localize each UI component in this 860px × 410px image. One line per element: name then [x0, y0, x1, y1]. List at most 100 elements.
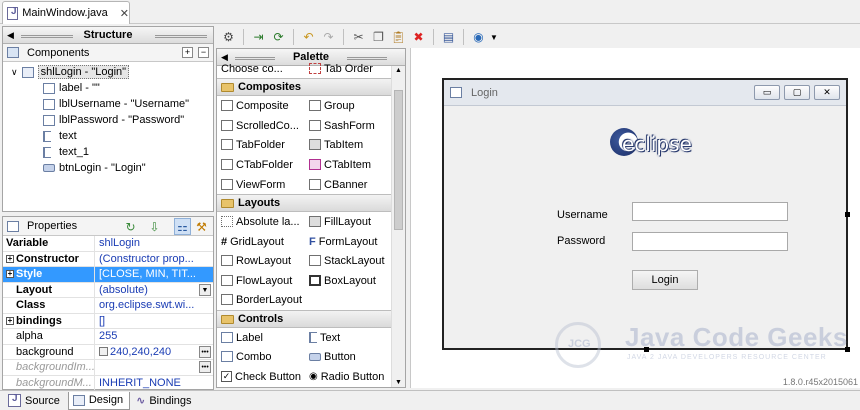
property-row[interactable]: Class org.eclipse.swt.wi...	[3, 298, 213, 314]
palette-item-label-control[interactable]: Label	[221, 328, 263, 347]
palette-item-filllayout[interactable]: FillLayout	[309, 212, 371, 231]
palette-item-ctabfolder[interactable]: CTabFolder	[221, 155, 293, 174]
property-value[interactable]: shlLogin	[95, 236, 213, 251]
resize-handle-east[interactable]	[845, 212, 850, 217]
property-row[interactable]: + bindings []	[3, 313, 213, 329]
palette-item-boxlayout[interactable]: BoxLayout	[309, 271, 376, 290]
palette-item-text-control[interactable]: Text	[309, 328, 340, 347]
property-row[interactable]: alpha 255	[3, 329, 213, 345]
chevron-down-icon[interactable]: ▼	[490, 33, 498, 42]
property-row[interactable]: Layout (absolute) ▼	[3, 282, 213, 298]
paste-icon[interactable]: 📋︎	[390, 29, 407, 46]
scroll-down-icon[interactable]: ▼	[395, 379, 402, 386]
palette-item-flowlayout[interactable]: FlowLayout	[221, 271, 292, 290]
palette-scrollbar[interactable]: ▲ ▼	[391, 66, 405, 387]
show-events-icon[interactable]: ↻	[122, 218, 139, 235]
ellipsis-button[interactable]: •••	[199, 361, 211, 373]
login-button[interactable]: Login	[632, 270, 698, 290]
palette-item-cbanner[interactable]: CBanner	[309, 175, 367, 194]
delete-icon[interactable]: ✖	[410, 29, 427, 46]
export-icon[interactable]: ⇥	[250, 29, 267, 46]
goto-definition-icon[interactable]: ⇩	[146, 218, 163, 235]
tree-item-lblusername[interactable]: lblUsername - "Username"	[3, 96, 213, 112]
window-close-button[interactable]: ✕	[814, 85, 840, 100]
cut-icon[interactable]: ✂	[350, 29, 367, 46]
palette-item-choose-component[interactable]: Choose co...	[221, 59, 283, 78]
minimize-button[interactable]: ▭	[754, 85, 780, 100]
show-advanced-icon[interactable]: ⚏	[174, 218, 191, 235]
expand-icon[interactable]: +	[6, 316, 14, 325]
tree-item-btnlogin[interactable]: btnLogin - "Login"	[3, 160, 213, 176]
property-row[interactable]: backgroundM... INHERIT_NONE	[3, 375, 213, 391]
palette-item-group[interactable]: Group	[309, 96, 355, 115]
test-gui-icon[interactable]: ⚙	[220, 29, 237, 46]
login-shell-preview[interactable]: Login ▭ ▢ ✕ eclipse Username Password Lo…	[442, 78, 850, 352]
property-row[interactable]: + Constructor (Constructor prop...	[3, 251, 213, 267]
palette-item-stacklayout[interactable]: StackLayout	[309, 251, 385, 270]
property-row-selected[interactable]: + Style [CLOSE, MIN, TIT...	[3, 267, 213, 283]
close-icon[interactable]: ✕	[120, 7, 129, 20]
restore-default-icon[interactable]: ⚒	[193, 218, 210, 235]
tab-source[interactable]: Source	[4, 392, 66, 410]
palette-category-composites[interactable]: Composites	[217, 78, 391, 96]
scroll-up-icon[interactable]: ▲	[395, 67, 402, 74]
expand-icon[interactable]: +	[6, 270, 14, 279]
palette-item-composite[interactable]: Composite	[221, 96, 289, 115]
palette-item-sashform[interactable]: SashForm	[309, 116, 375, 135]
property-value-cell[interactable]: 240,240,240 •••	[95, 345, 213, 360]
property-value[interactable]: INHERIT_NONE	[95, 376, 213, 391]
tree-item-text-1[interactable]: text_1	[3, 144, 213, 160]
maximize-button[interactable]: ▢	[784, 85, 810, 100]
palette-category-controls[interactable]: Controls	[217, 310, 391, 328]
palette-item-gridlayout[interactable]: # GridLayout	[221, 232, 284, 251]
palette-item-tabitem[interactable]: TabItem	[309, 135, 363, 154]
tab-design[interactable]: Design	[67, 391, 131, 410]
tree-item-text[interactable]: text	[3, 128, 213, 144]
property-value[interactable]: [CLOSE, MIN, TIT...	[95, 267, 213, 282]
eclipse-logo[interactable]: eclipse	[604, 124, 700, 160]
palette-item-scrolledcomposite[interactable]: ScrolledCo...	[221, 116, 299, 135]
expand-icon[interactable]: +	[6, 254, 14, 263]
property-value-cell[interactable]: (absolute) ▼	[95, 283, 213, 298]
palette-item-viewform[interactable]: ViewForm	[221, 175, 285, 194]
property-row[interactable]: background 240,240,240 •••	[3, 344, 213, 360]
shell-title-bar[interactable]: Login ▭ ▢ ✕	[444, 80, 846, 106]
collapse-all-icon[interactable]: −	[198, 47, 209, 58]
username-text-field[interactable]	[632, 202, 788, 221]
expand-all-icon[interactable]: +	[182, 47, 193, 58]
scrollbar-thumb[interactable]	[394, 90, 403, 230]
property-row[interactable]: backgroundIm... •••	[3, 360, 213, 376]
property-value[interactable]: org.eclipse.swt.wi...	[95, 298, 213, 313]
structure-header[interactable]: ◀ Structure	[3, 27, 213, 44]
tree-item-label[interactable]: label - ""	[3, 80, 213, 96]
palette-item-rowlayout[interactable]: RowLayout	[221, 251, 291, 270]
palette-item-formlayout[interactable]: F FormLayout	[309, 232, 377, 251]
dropdown-arrow-icon[interactable]: ▼	[199, 283, 211, 296]
preview-icon[interactable]: ▤	[440, 29, 457, 46]
property-value[interactable]: 255	[95, 329, 213, 344]
palette-item-ctabitem[interactable]: CTabItem	[309, 155, 371, 174]
property-value[interactable]: (Constructor prop...	[95, 252, 213, 267]
redo-icon[interactable]: ↷	[320, 29, 337, 46]
globe-icon[interactable]: ◉	[470, 29, 487, 46]
tree-item-shllogin[interactable]: ∨ shlLogin - "Login"	[3, 64, 213, 80]
palette-item-absolute-layout[interactable]: Absolute la...	[221, 212, 300, 231]
refresh-icon[interactable]: ⟳	[270, 29, 287, 46]
palette-item-borderlayout[interactable]: BorderLayout	[221, 290, 302, 309]
undo-icon[interactable]: ↶	[300, 29, 317, 46]
tab-bindings[interactable]: ∿ Bindings	[132, 392, 197, 410]
password-label[interactable]: Password	[557, 235, 605, 247]
palette-item-radio-button[interactable]: ◉ Radio Button	[309, 367, 384, 386]
property-value[interactable]: []	[95, 314, 213, 329]
tree-item-lblpassword[interactable]: lblPassword - "Password"	[3, 112, 213, 128]
palette-item-combo[interactable]: Combo	[221, 347, 271, 366]
palette-category-layouts[interactable]: Layouts	[217, 194, 391, 212]
editor-tab-mainwindow[interactable]: MainWindow.java ✕	[2, 1, 130, 24]
password-text-field[interactable]	[632, 232, 788, 251]
property-value-cell[interactable]: •••	[95, 360, 213, 375]
palette-item-button[interactable]: Button	[309, 347, 356, 366]
palette-item-tab-order[interactable]: Tab Order	[309, 59, 373, 78]
username-label[interactable]: Username	[557, 209, 608, 221]
copy-icon[interactable]: ❐	[370, 29, 387, 46]
chevron-down-icon[interactable]: ∨	[11, 67, 18, 78]
